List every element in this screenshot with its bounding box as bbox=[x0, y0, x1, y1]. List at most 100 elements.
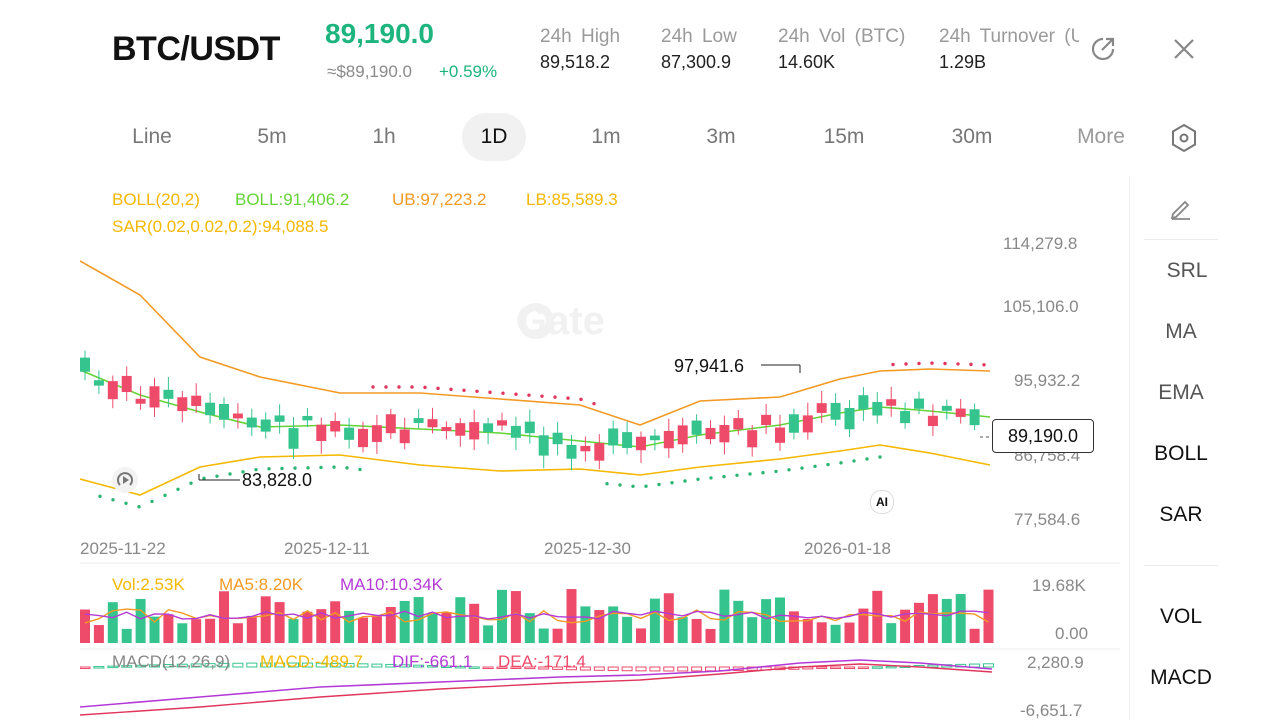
candle-body bbox=[219, 403, 229, 420]
sidebar-item-boll[interactable]: BOLL bbox=[1130, 442, 1232, 466]
candle-body bbox=[830, 402, 841, 420]
candle-body bbox=[427, 419, 438, 428]
sidebar-item-macd[interactable]: MACD bbox=[1130, 666, 1232, 690]
vol-axis-label: 0.00 bbox=[1055, 624, 1089, 643]
volume-bar bbox=[761, 599, 772, 643]
sar-dot bbox=[215, 474, 219, 478]
sar-dot bbox=[397, 385, 401, 389]
volume-bar bbox=[149, 616, 160, 643]
candle-body bbox=[385, 414, 396, 434]
macd-hist-bar bbox=[663, 666, 675, 672]
price-change: +0.59% bbox=[439, 62, 498, 81]
price-axis-label: 105,106.0 bbox=[1003, 297, 1079, 316]
volume-bar bbox=[538, 628, 549, 643]
candle-body bbox=[858, 395, 869, 410]
volume-bar bbox=[636, 628, 646, 643]
volume-bar bbox=[205, 618, 216, 643]
candle-body bbox=[552, 432, 563, 445]
candle-body bbox=[205, 402, 216, 416]
tab-1m[interactable]: 1m bbox=[574, 108, 638, 158]
volume-bar bbox=[844, 622, 855, 643]
macd-value: MACD:-489.7 bbox=[260, 652, 363, 671]
volume-bar bbox=[107, 602, 118, 643]
sidebar-item-ma[interactable]: MA bbox=[1130, 320, 1232, 344]
sidebar-item-srl[interactable]: SRL bbox=[1136, 259, 1238, 283]
candle-body bbox=[455, 423, 466, 436]
candle-body bbox=[649, 435, 660, 441]
candle-body bbox=[886, 399, 897, 406]
stat-label: 24h Turnover (USDT) bbox=[939, 26, 1079, 47]
sar-dot bbox=[969, 362, 973, 367]
sar-dot bbox=[592, 401, 596, 406]
pair-title[interactable]: BTC/USDT bbox=[112, 30, 280, 69]
sar-dot bbox=[904, 362, 908, 366]
tab-15m[interactable]: 15m bbox=[808, 108, 880, 158]
kline-chart[interactable]: Gate BOLL(20,2) BOLL:91,406.2 UB:97,223.… bbox=[80, 177, 1128, 720]
ai-button[interactable]: AI bbox=[870, 490, 894, 514]
sar-dot bbox=[306, 466, 310, 470]
volume-bar bbox=[358, 617, 368, 643]
sar-dot bbox=[891, 362, 895, 367]
left-strip bbox=[0, 0, 80, 720]
sar-dot bbox=[150, 499, 154, 504]
sidebar-item-ema[interactable]: EMA bbox=[1130, 381, 1232, 405]
volume-bar bbox=[733, 600, 744, 643]
candle-body bbox=[719, 424, 730, 443]
date-axis-label: 2025-12-30 bbox=[544, 539, 631, 558]
macd-hist-bar bbox=[885, 665, 897, 669]
boll-mid-value: BOLL:91,406.2 bbox=[235, 190, 350, 209]
sar-value: SAR(0.02,0.02,0.2):94,088.5 bbox=[112, 217, 329, 236]
candle-body bbox=[344, 427, 355, 440]
volume-bar bbox=[983, 589, 994, 643]
volume-bar bbox=[163, 614, 174, 643]
candle-body bbox=[260, 419, 271, 432]
volume-bar bbox=[705, 628, 716, 643]
tab-line[interactable]: Line bbox=[112, 108, 192, 158]
candle-body bbox=[497, 420, 507, 426]
hexagon-settings-icon[interactable] bbox=[1170, 123, 1198, 153]
boll-ub-value: UB:97,223.2 bbox=[392, 190, 487, 209]
tab-more[interactable]: More bbox=[1070, 108, 1132, 158]
close-icon[interactable] bbox=[1169, 34, 1199, 64]
macd-hist-bar bbox=[371, 663, 383, 668]
stat-24h-high: 24h High 89,518.2 bbox=[540, 26, 620, 73]
volume-bar bbox=[886, 623, 897, 643]
tab-3m[interactable]: 3m bbox=[689, 108, 753, 158]
candle-body bbox=[413, 418, 424, 424]
volume-bar bbox=[691, 619, 702, 643]
vol-value: Vol:2.53K bbox=[112, 575, 185, 594]
macd-axis-label: 2,280.9 bbox=[1027, 653, 1084, 672]
macd-hist-bar bbox=[607, 666, 619, 672]
vol-axis-label: 19.68K bbox=[1032, 576, 1086, 595]
sar-dot bbox=[345, 466, 349, 470]
sar-dot bbox=[839, 461, 843, 465]
tab-1d[interactable]: 1D bbox=[462, 113, 526, 161]
candle-body bbox=[636, 436, 646, 451]
sar-dot bbox=[527, 393, 531, 397]
pencil-icon[interactable] bbox=[1168, 195, 1194, 221]
macd-hist-bar bbox=[649, 666, 661, 672]
tab-1h[interactable]: 1h bbox=[352, 108, 416, 158]
sar-dot bbox=[722, 474, 726, 479]
interval-tabs: Line 5m 1h 1D 1m 3m 15m 30m More bbox=[80, 108, 1232, 166]
tab-30m[interactable]: 30m bbox=[936, 108, 1008, 158]
macd-hist-bar bbox=[482, 666, 494, 669]
macd-hist-bar bbox=[593, 666, 605, 671]
sidebar-item-vol[interactable]: VOL bbox=[1130, 605, 1232, 629]
candle-body bbox=[330, 421, 341, 432]
candle-body bbox=[302, 415, 313, 421]
share-icon[interactable] bbox=[1088, 34, 1118, 64]
volume-bar bbox=[941, 598, 952, 643]
sar-dot bbox=[410, 385, 414, 389]
sidebar-item-sar[interactable]: SAR bbox=[1130, 503, 1232, 527]
macd-dif: DIF:-661.1 bbox=[392, 652, 473, 671]
volume-bar bbox=[371, 616, 382, 643]
candle-body bbox=[663, 430, 674, 449]
sar-dot bbox=[384, 385, 388, 389]
macd-params: MACD(12,26,9) bbox=[112, 652, 231, 671]
stat-label: 24h Low bbox=[661, 26, 737, 47]
sar-dot bbox=[631, 484, 635, 488]
volume-bar bbox=[747, 617, 758, 643]
replay-icon[interactable] bbox=[112, 467, 138, 493]
tab-5m[interactable]: 5m bbox=[240, 108, 304, 158]
